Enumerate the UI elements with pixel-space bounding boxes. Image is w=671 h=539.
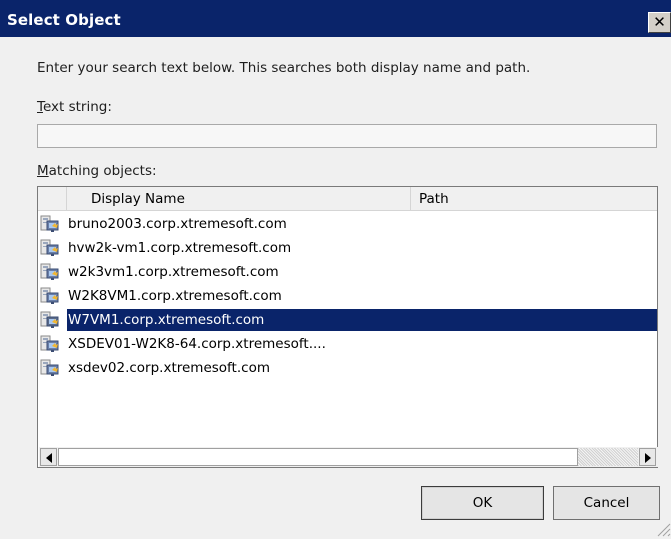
matching-objects-list[interactable]: Display Name Path bruno2003.corp.xtremes… bbox=[37, 186, 658, 468]
scroll-right-button[interactable] bbox=[639, 448, 656, 466]
list-item-display-name: hvw2k-vm1.corp.xtremesoft.com bbox=[68, 240, 292, 256]
list-item-display-name: xsdev02.corp.xtremesoft.com bbox=[68, 360, 270, 376]
list-item-display-name: bruno2003.corp.xtremesoft.com bbox=[68, 216, 287, 232]
list-item-display-name: W7VM1.corp.xtremesoft.com bbox=[68, 312, 265, 328]
scrollbar-thumb[interactable] bbox=[58, 448, 578, 466]
list-item[interactable]: xsdev02.corp.xtremesoft.com bbox=[38, 356, 657, 380]
computer-icon bbox=[40, 239, 59, 256]
text-string-input[interactable] bbox=[37, 124, 657, 148]
close-icon: ✕ bbox=[653, 13, 666, 31]
title-bar[interactable]: Select Object ✕ bbox=[0, 0, 671, 37]
window-title: Select Object bbox=[7, 11, 121, 29]
arrow-left-icon bbox=[46, 453, 52, 463]
ok-button[interactable]: OK bbox=[421, 486, 544, 520]
cancel-button[interactable]: Cancel bbox=[553, 486, 660, 520]
computer-icon bbox=[40, 215, 59, 232]
scrollbar-track[interactable] bbox=[578, 448, 638, 466]
column-header-display-name[interactable]: Display Name bbox=[67, 187, 411, 211]
instruction-text: Enter your search text below. This searc… bbox=[37, 60, 531, 76]
computer-icon bbox=[40, 359, 59, 376]
list-item-display-name: w2k3vm1.corp.xtremesoft.com bbox=[68, 264, 279, 280]
column-header-path[interactable]: Path bbox=[411, 187, 657, 211]
list-item[interactable]: hvw2k-vm1.corp.xtremesoft.com bbox=[38, 236, 657, 260]
column-header-icon bbox=[38, 187, 67, 211]
resize-grip-icon[interactable] bbox=[654, 520, 671, 539]
matching-objects-label: Matching objects: bbox=[37, 163, 157, 179]
computer-icon bbox=[40, 263, 59, 280]
list-item-display-name: W2K8VM1.corp.xtremesoft.com bbox=[68, 288, 282, 304]
computer-icon bbox=[40, 287, 59, 304]
arrow-right-icon bbox=[645, 453, 651, 463]
list-item[interactable]: XSDEV01-W2K8-64.corp.xtremesoft.... bbox=[38, 332, 657, 356]
text-string-label: Text string: bbox=[37, 99, 112, 115]
list-item[interactable]: W2K8VM1.corp.xtremesoft.com bbox=[38, 284, 657, 308]
close-button[interactable]: ✕ bbox=[648, 12, 671, 33]
scroll-left-button[interactable] bbox=[40, 448, 57, 466]
list-item[interactable]: W7VM1.corp.xtremesoft.com bbox=[38, 308, 657, 332]
list-item[interactable]: w2k3vm1.corp.xtremesoft.com bbox=[38, 260, 657, 284]
list-item-display-name: XSDEV01-W2K8-64.corp.xtremesoft.... bbox=[68, 336, 326, 352]
list-rows: bruno2003.corp.xtremesoft.com hvw2k-vm1.c… bbox=[38, 212, 657, 380]
list-item[interactable]: bruno2003.corp.xtremesoft.com bbox=[38, 212, 657, 236]
horizontal-scrollbar[interactable] bbox=[39, 447, 658, 467]
computer-icon bbox=[40, 311, 59, 328]
column-header: Display Name Path bbox=[38, 187, 657, 211]
computer-icon bbox=[40, 335, 59, 352]
